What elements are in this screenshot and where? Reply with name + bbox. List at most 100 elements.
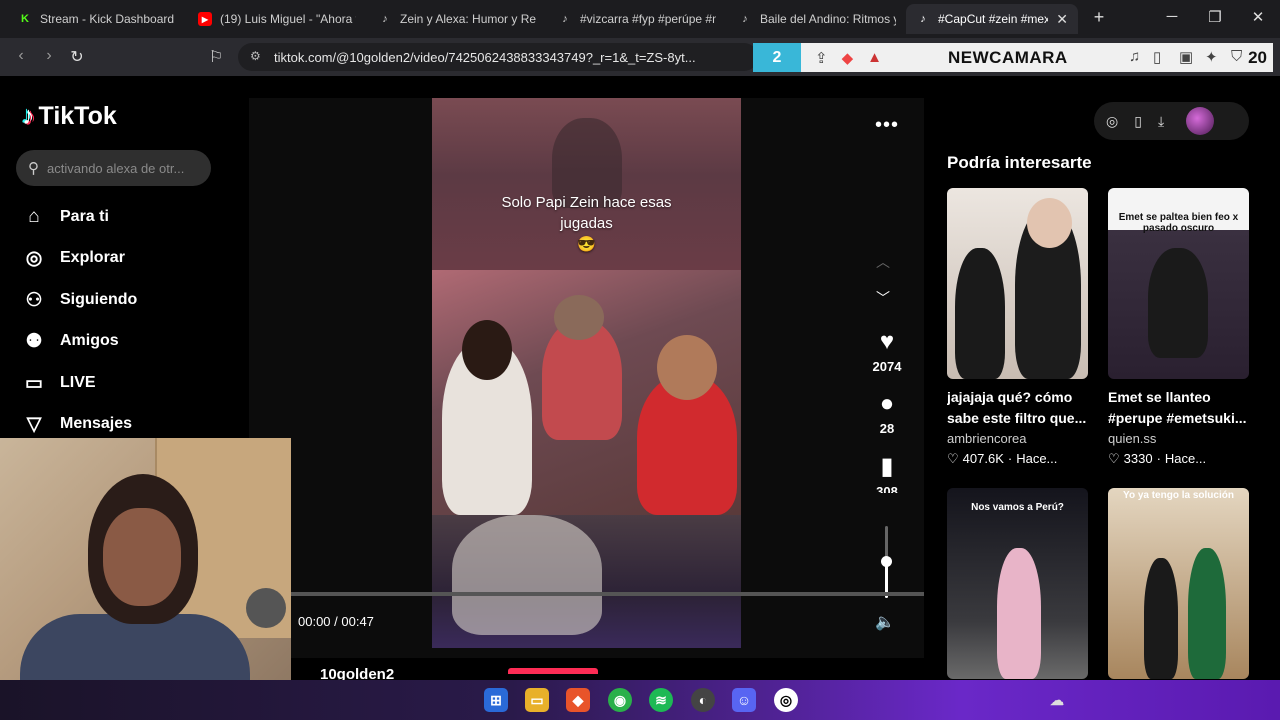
card-username[interactable]: quien.ss [1108, 431, 1249, 446]
brave-rewards-icon[interactable]: ▲ [867, 49, 882, 66]
nav-siguiendo[interactable]: ⚇ Siguiendo [22, 285, 137, 315]
card-time: Hace... [1164, 451, 1207, 466]
volume-icon[interactable]: 🔈 [875, 612, 895, 632]
tab-kick-dashboard[interactable]: K Stream - Kick Dashboard [8, 4, 186, 34]
discord-icon[interactable]: ☺ [732, 688, 756, 712]
nav-explorar[interactable]: ◎ Explorar [22, 243, 125, 273]
close-tab-icon[interactable]: ✕ [1056, 11, 1068, 28]
nav-live[interactable]: ▭ LIVE [22, 368, 96, 398]
tiktok-icon: ♪ [920, 13, 926, 25]
card-meta: ♡ 407.6K · Hace... [947, 451, 1088, 467]
sidebar-icon[interactable]: ▯ [1153, 48, 1161, 66]
card-username[interactable]: ambriencorea [947, 431, 1088, 446]
recommended-card[interactable]: jajajaja qué? cómo sabe este filtro que.… [947, 188, 1088, 467]
overlay-count: 20 [1248, 48, 1267, 67]
profile-avatar[interactable] [1186, 107, 1215, 135]
windows-taskbar: ⊞ ▭ ◆ ◉ ≋ ◐ ☺ ◎ ☁ [0, 680, 1280, 720]
tab-title: (19) Luis Miguel - "Ahora t [220, 12, 356, 26]
video-caption: Solo Papi Zein hace esas jugadas 😎 [432, 192, 741, 255]
video-progress-bar[interactable] [289, 592, 924, 596]
save-button[interactable]: ▮ 308 [869, 452, 905, 493]
comment-button[interactable]: ● 28 [869, 390, 905, 436]
nav-para-ti[interactable]: ⌂ Para ti [22, 202, 109, 232]
obs-icon[interactable]: ◎ [774, 688, 798, 712]
recommended-card[interactable]: Yo ya tengo la solución [1108, 488, 1249, 679]
close-window-icon[interactable]: ✕ [1244, 8, 1272, 26]
card-title: Emet se llanteo #perupe #emetsuki... [1108, 387, 1249, 429]
spotify-icon[interactable]: ≋ [649, 688, 673, 712]
nav-label: Explorar [60, 249, 125, 266]
download-icon[interactable]: ⤓ [1158, 113, 1164, 130]
chrome-icon[interactable]: ◉ [608, 688, 632, 712]
nav-label: Mensajes [60, 415, 133, 432]
video-thumbnail[interactable]: Yo ya tengo la solución [1108, 488, 1249, 679]
search-input[interactable]: ⚲ activando alexa de otr... [16, 150, 211, 186]
card-meta: ♡ 3330 · Hace... [1108, 451, 1249, 467]
reload-icon[interactable]: ↻ [66, 47, 88, 67]
device-icon[interactable]: ▯ [1134, 113, 1142, 130]
card-title-line-1: Emet se llanteo [1108, 389, 1211, 405]
more-options-icon[interactable]: ••• [875, 114, 899, 137]
tab-tiktok-baile[interactable]: ♪ Baile del Andino: Ritmos y [728, 4, 906, 34]
next-video-icon[interactable]: ﹀ [876, 288, 890, 308]
friends-icon: ⚉ [25, 330, 43, 352]
send-icon: ▽ [26, 413, 42, 435]
separator: · [1156, 451, 1161, 466]
share-icon[interactable]: ⇪ [815, 49, 828, 67]
tab-title: Stream - Kick Dashboard [40, 12, 175, 26]
minimize-icon[interactable]: ─ [1158, 8, 1186, 25]
tab-tiktok-vizcarra[interactable]: ♪ #vizcarra #fyp #perúpe #m [548, 4, 726, 34]
brave-browser-icon[interactable]: ◆ [566, 688, 590, 712]
video-thumbnail[interactable]: Emet se paltea bien feo x pasado oscuro [1108, 188, 1249, 379]
thumbnail-overlay-text: Emet se paltea bien feo x pasado oscuro [1118, 212, 1239, 234]
address-bar[interactable]: ⚙ tiktok.com/@10golden2/video/7425062438… [238, 43, 758, 71]
stream-overlay-banner: 2 ⇪ ◆ ▲ NEWCAMARA ♫ ▯ ▣ ✦ ⛉ 20 [753, 43, 1273, 72]
recommended-heading: Podría interesarte [947, 153, 1092, 172]
extensions-icon[interactable]: ✦ [1205, 48, 1218, 66]
video-thumbnail[interactable]: Nos vamos a Perú? [947, 488, 1088, 679]
follow-button[interactable] [508, 668, 598, 674]
tab-youtube[interactable]: ▶ (19) Luis Miguel - "Ahora t [188, 4, 366, 34]
kick-icon: K [21, 13, 29, 25]
nav-amigos[interactable]: ⚉ Amigos [22, 326, 119, 356]
tab-tiktok-zein-alexa[interactable]: ♪ Zein y Alexa: Humor y Rea [368, 4, 546, 34]
video-thumbnail[interactable] [947, 188, 1088, 379]
file-explorer-icon[interactable]: ▭ [525, 688, 549, 712]
shield-icon[interactable]: ⛉ [1231, 48, 1242, 65]
explore-icon[interactable]: ◎ [1106, 113, 1118, 130]
back-icon[interactable]: ‹ [10, 47, 32, 65]
cloud-icon[interactable]: ☁ [1045, 688, 1069, 712]
video-player[interactable]: Solo Papi Zein hace esas jugadas 😎 ••• ︿… [249, 98, 924, 658]
recommended-card[interactable]: Emet se paltea bien feo x pasado oscuro … [1108, 188, 1249, 467]
separator: · [1007, 451, 1013, 466]
volume-knob[interactable] [881, 556, 892, 567]
video-frame[interactable]: Solo Papi Zein hace esas jugadas 😎 [432, 98, 741, 648]
nav-label: Amigos [60, 332, 119, 349]
heart-outline-icon: ♡ [1108, 451, 1120, 466]
new-tab-button[interactable]: + [1085, 7, 1113, 28]
comment-icon: ● [879, 390, 895, 417]
recommended-card[interactable]: Nos vamos a Perú? [947, 488, 1088, 679]
home-icon: ⌂ [28, 206, 40, 227]
tiktok-logo[interactable]: ♪ TikTok [22, 102, 117, 131]
wallet-icon[interactable]: ▣ [1179, 48, 1193, 66]
app-icon[interactable]: ◐ [691, 688, 715, 712]
music-icon[interactable]: ♫ [1129, 48, 1140, 65]
windows-start-icon[interactable]: ⊞ [484, 688, 508, 712]
header-actions: ◎ ▯ ⤓ [1094, 102, 1249, 140]
user-follow-icon: ⚇ [25, 289, 43, 311]
thumbnail-overlay-text: Yo ya tengo la solución [1123, 490, 1234, 501]
tab-title: Zein y Alexa: Humor y Rea [400, 12, 536, 26]
nav-label: Para ti [60, 208, 109, 225]
brave-shield-icon[interactable]: ◆ [842, 49, 854, 67]
bookmark-icon: ▮ [880, 453, 894, 480]
previous-video-icon[interactable]: ︿ [876, 252, 890, 272]
volume-slider[interactable] [881, 526, 892, 598]
nav-mensajes[interactable]: ▽ Mensajes [22, 409, 132, 439]
bookmark-icon[interactable]: ⚐ [205, 47, 227, 67]
site-settings-icon[interactable]: ⚙ [250, 49, 266, 65]
forward-icon[interactable]: › [38, 47, 60, 65]
maximize-icon[interactable]: ❐ [1201, 8, 1229, 26]
tab-tiktok-capcut-active[interactable]: ♪ #CapCut #zein #mexic ✕ [906, 4, 1078, 34]
like-button[interactable]: ♥ 2074 [869, 328, 905, 374]
